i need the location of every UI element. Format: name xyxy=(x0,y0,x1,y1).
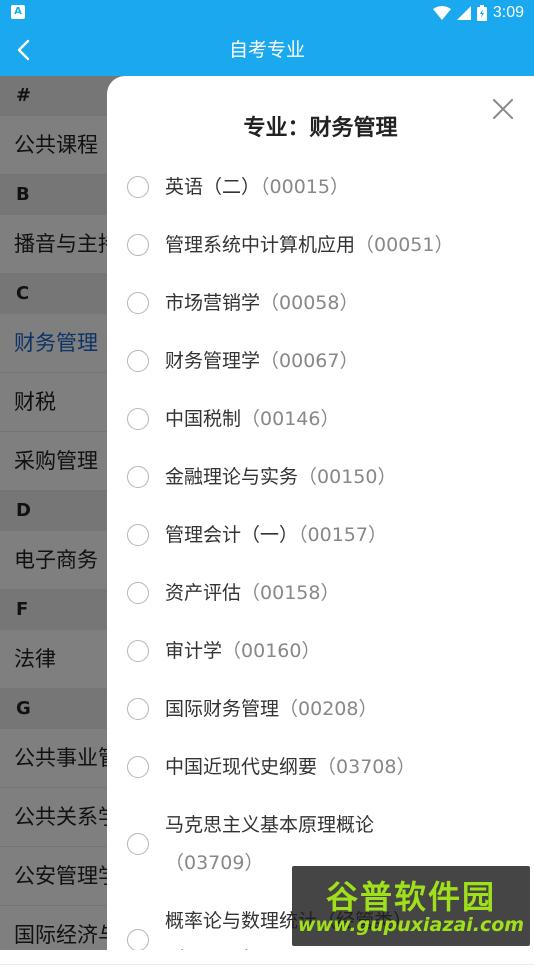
radio-button[interactable] xyxy=(127,833,149,855)
course-name: 财务管理学 xyxy=(165,350,261,372)
course-label: 英语（二）（00015） xyxy=(165,168,514,206)
course-code: （00150） xyxy=(298,466,397,488)
status-icons: 3:09 xyxy=(432,2,524,24)
radio-button[interactable] xyxy=(127,350,149,372)
course-label: 市场营销学（00058） xyxy=(165,284,514,322)
watermark-url: www.gupuxiazai.com xyxy=(297,914,525,936)
radio-button[interactable] xyxy=(127,524,149,546)
battery-icon xyxy=(476,5,487,21)
radio-button[interactable] xyxy=(127,234,149,256)
watermark: 谷普软件园 www.gupuxiazai.com xyxy=(292,866,530,946)
dialog-title: 专业：财务管理 xyxy=(243,116,398,141)
course-option[interactable]: 管理系统中计算机应用（00051） xyxy=(107,226,534,264)
radio-button[interactable] xyxy=(127,176,149,198)
course-code: （00146） xyxy=(241,408,340,430)
course-option[interactable]: 金融理论与实务（00150） xyxy=(107,458,534,496)
watermark-logo: 谷普软件园 xyxy=(325,878,496,916)
course-label: 审计学（00160） xyxy=(165,632,514,670)
radio-button[interactable] xyxy=(127,640,149,662)
course-name: 中国税制 xyxy=(165,408,242,430)
course-code: （03708） xyxy=(317,756,416,778)
course-option[interactable]: 市场营销学（00058） xyxy=(107,284,534,322)
course-label: 财务管理学（00067） xyxy=(165,342,514,380)
course-name: 金融理论与实务 xyxy=(165,466,299,488)
radio-button[interactable] xyxy=(127,582,149,604)
radio-button[interactable] xyxy=(127,929,149,950)
course-code: （00160） xyxy=(222,640,321,662)
course-code: （00058） xyxy=(260,292,359,314)
course-name: 中国近现代史纲要 xyxy=(165,756,318,778)
radio-button[interactable] xyxy=(127,756,149,778)
course-name: 市场营销学 xyxy=(165,292,261,314)
status-time: 3:09 xyxy=(492,4,524,21)
course-code: （00208） xyxy=(279,698,378,720)
course-option[interactable]: 中国税制（00146） xyxy=(107,400,534,438)
course-label: 管理会计（一）（00157） xyxy=(165,516,514,554)
course-code: （00067） xyxy=(260,350,359,372)
course-label: 管理系统中计算机应用（00051） xyxy=(165,226,514,264)
course-label: 国际财务管理（00208） xyxy=(165,690,514,728)
course-option[interactable]: 英语（二）（00015） xyxy=(107,168,534,206)
course-option[interactable]: 中国近现代史纲要（03708） xyxy=(107,748,534,786)
wifi-icon xyxy=(432,6,451,20)
course-label: 金融理论与实务（00150） xyxy=(165,458,514,496)
course-label: 中国近现代史纲要（03708） xyxy=(165,748,514,786)
course-name: 马克思主义基本原理概论 xyxy=(165,814,375,836)
course-code: （03709） xyxy=(165,852,264,874)
course-option[interactable]: 管理会计（一）（00157） xyxy=(107,516,534,554)
course-option[interactable]: 审计学（00160） xyxy=(107,632,534,670)
course-code: （00157） xyxy=(298,524,387,546)
radio-button[interactable] xyxy=(127,698,149,720)
course-name: 国际财务管理 xyxy=(165,698,280,720)
course-option[interactable]: 国际财务管理（00208） xyxy=(107,690,534,728)
app-notification-icon: A xyxy=(11,5,25,19)
radio-button[interactable] xyxy=(127,292,149,314)
course-label: 中国税制（00146） xyxy=(165,400,514,438)
signal-icon xyxy=(456,6,471,20)
status-bar: A 3:09 xyxy=(0,0,534,25)
course-name: 管理系统中计算机应用 xyxy=(165,234,356,256)
app-header: 自考专业 xyxy=(0,25,534,76)
course-option[interactable]: 财务管理学（00067） xyxy=(107,342,534,380)
page-title: 自考专业 xyxy=(228,39,305,61)
course-name: 英语（二） xyxy=(165,176,261,198)
course-name: 管理会计（一） xyxy=(165,524,299,546)
course-option[interactable]: 资产评估（00158） xyxy=(107,574,534,612)
radio-button[interactable] xyxy=(127,466,149,488)
course-code: （00015） xyxy=(260,176,349,198)
course-code: （00051） xyxy=(355,234,454,256)
course-code: （00158） xyxy=(241,582,340,604)
course-dialog: 专业：财务管理 英语（二）（00015） 管理系统中计算机应用（00051） 市场营… xyxy=(107,76,534,950)
course-name: 审计学 xyxy=(165,640,223,662)
course-label: 资产评估（00158） xyxy=(165,574,514,612)
radio-button[interactable] xyxy=(127,408,149,430)
course-name: 资产评估 xyxy=(165,582,242,604)
